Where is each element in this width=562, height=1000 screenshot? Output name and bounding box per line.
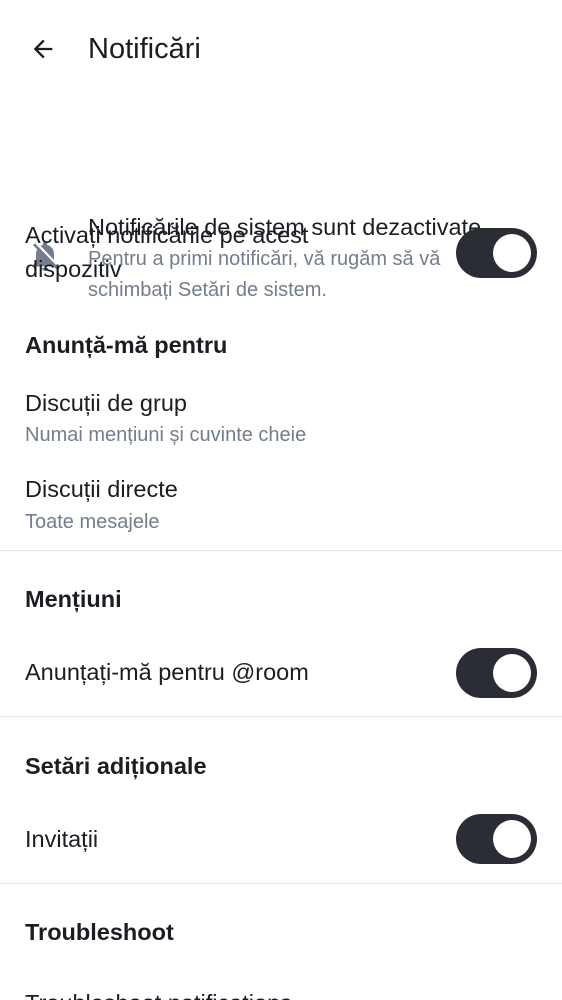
direct-chats-value: Toate mesajele [25,511,160,533]
list-item-group-chats[interactable]: Discuții de grup Numai mențiuni și cuvin… [0,384,562,464]
toggle-knob [493,820,531,858]
device-notifications-toggle[interactable] [456,228,537,278]
room-mention-label: Anunțați-mă pentru @room [25,659,309,685]
divider [0,550,562,551]
back-button[interactable] [24,30,62,68]
section-header-notify-for: Anunță-mă pentru [25,332,228,358]
list-item-direct-chats[interactable]: Discuții directe Toate mesajele [0,472,562,544]
section-header-troubleshoot: Troubleshoot [25,919,174,945]
invites-row[interactable]: Invitații [0,806,562,872]
divider [0,716,562,717]
group-chats-value: Numai mențiuni și cuvinte cheie [25,424,307,446]
direct-chats-title: Discuții directe [25,476,178,502]
room-mention-row[interactable]: Anunțați-mă pentru @room [0,640,562,706]
page-title: Notificări [88,33,201,65]
invites-toggle[interactable] [456,814,537,864]
device-notifications-row[interactable]: Activați notificările pe acest dispoziti… [0,218,562,290]
section-header-mentions: Mențiuni [25,586,122,612]
device-notifications-label: Activați notificările pe acest dispoziti… [25,222,309,282]
toggle-knob [493,234,531,272]
arrow-back-icon [33,39,53,59]
app-bar: Notificări [0,0,562,100]
invites-label: Invitații [25,826,99,852]
room-mention-toggle[interactable] [456,648,537,698]
troubleshoot-notifications-row[interactable]: Troubleshoot notifications [0,974,562,1000]
troubleshoot-notifications-label: Troubleshoot notifications [25,986,292,1000]
section-header-additional-settings: Setări adiționale [25,753,207,779]
divider [0,883,562,884]
system-notifications-banner[interactable]: Notificările de sistem sunt dezactivate … [0,104,562,301]
toggle-knob [493,654,531,692]
group-chats-title: Discuții de grup [25,390,187,416]
